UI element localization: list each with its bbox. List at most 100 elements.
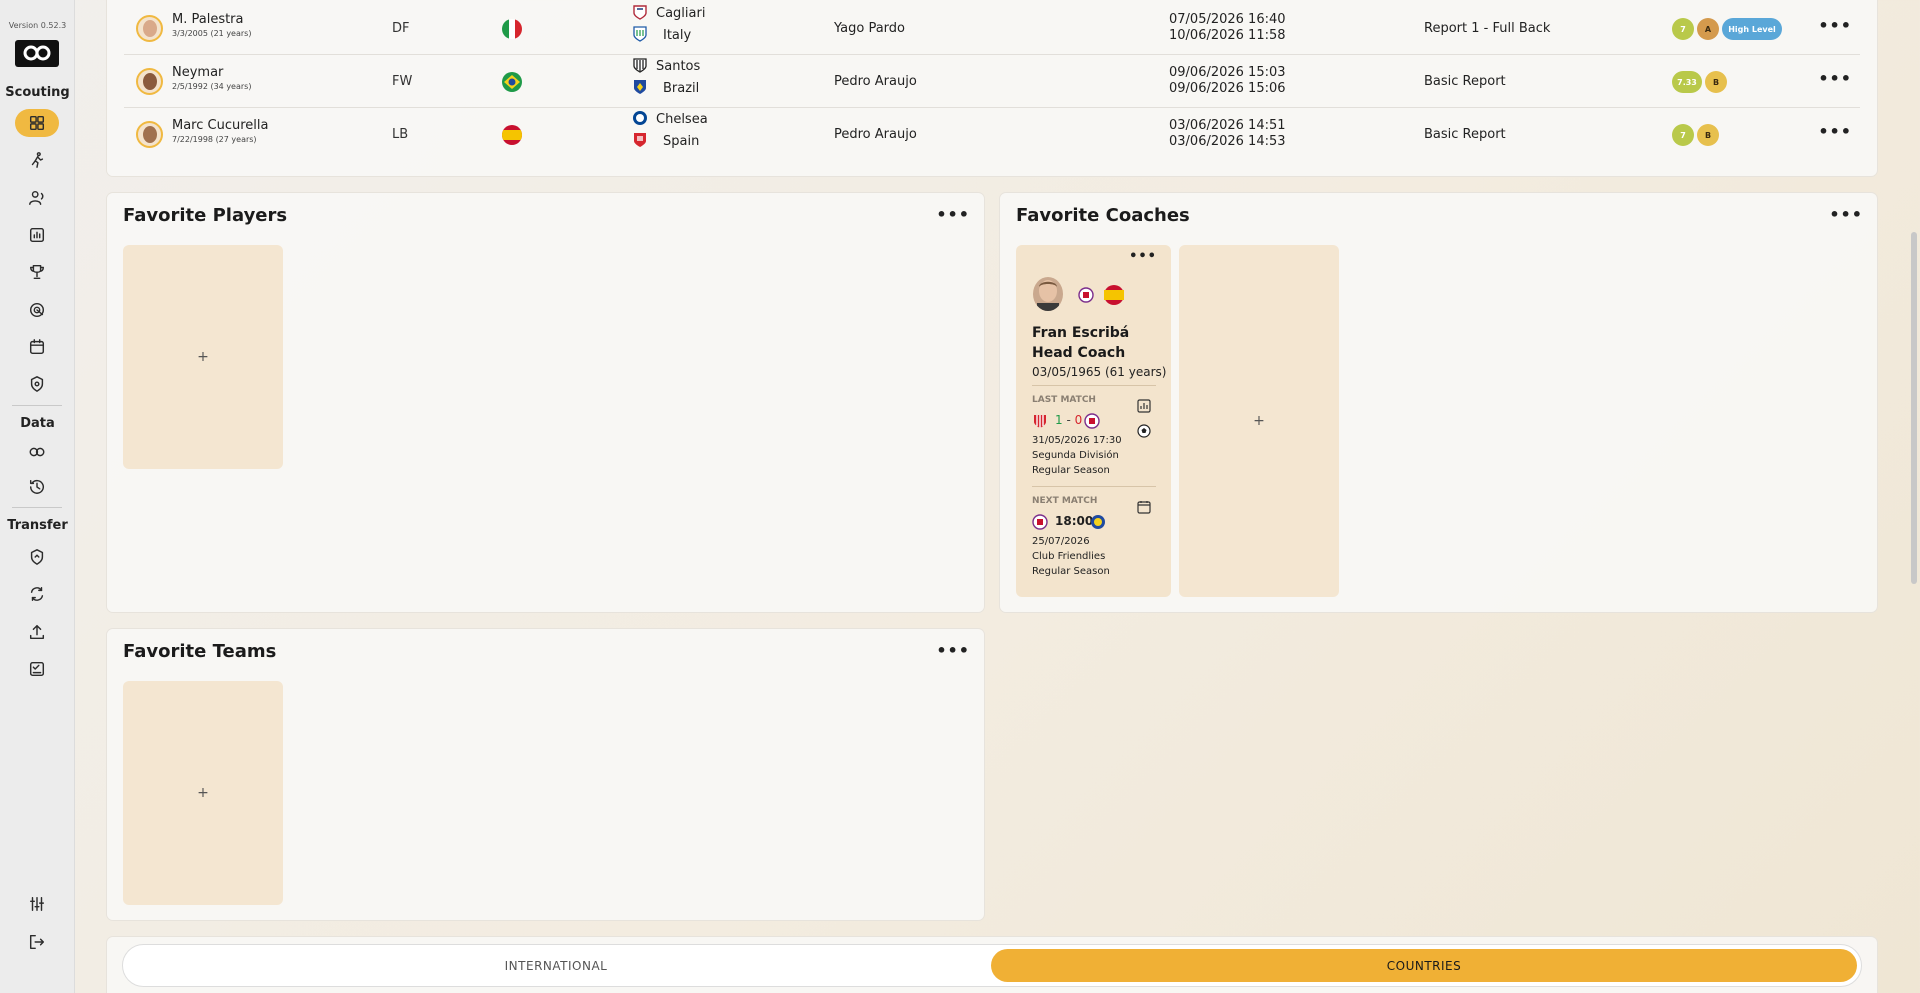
data-logo-icon[interactable] <box>15 438 59 466</box>
favorite-teams-title: Favorite Teams <box>123 641 277 662</box>
santos-crest-icon <box>632 57 648 73</box>
table-row[interactable]: M. Palestra 3/3/2005 (21 years) DF Cagli… <box>124 2 1860 55</box>
coach-name[interactable]: Fran Escribá <box>1032 325 1129 341</box>
table-row[interactable]: Marc Cucurella 7/22/1998 (27 years) LB C… <box>124 108 1860 161</box>
dashboard-icon[interactable] <box>15 109 59 137</box>
created-date: 09/06/2026 15:03 <box>1169 65 1286 80</box>
table-row[interactable]: Neymar 2/5/1992 (34 years) FW Santos Bra… <box>124 55 1860 108</box>
last-match-stage: Regular Season <box>1032 465 1110 476</box>
last-match-competition: Segunda División <box>1032 450 1119 461</box>
football-icon[interactable] <box>1137 423 1151 438</box>
favorite-coaches-card: Favorite Coaches ••• ••• Fran Escribá He… <box>1000 193 1877 612</box>
updated-date: 09/06/2026 15:06 <box>1169 81 1286 96</box>
favorite-coaches-more-button[interactable]: ••• <box>1829 205 1863 224</box>
score-home: 1 <box>1055 413 1063 427</box>
app-logo[interactable] <box>15 40 59 67</box>
coach-card[interactable]: ••• Fran Escribá Head Coach 03/05/1965 (… <box>1016 245 1171 597</box>
player-position: DF <box>392 21 410 36</box>
favorite-teams-card: Favorite Teams ••• + <box>107 629 984 920</box>
scope-toggle: INTERNATIONAL COUNTRIES <box>122 944 1862 987</box>
row-more-button[interactable]: ••• <box>1818 122 1852 141</box>
next-match-date: 25/07/2026 <box>1032 536 1090 547</box>
settings-sliders-icon[interactable] <box>15 890 59 918</box>
brazil-federation-icon <box>633 79 647 94</box>
reports-chart-icon[interactable] <box>15 221 59 249</box>
club-name: Cagliari <box>656 6 706 21</box>
score-away: 0 <box>1074 413 1083 427</box>
chelsea-crest-icon <box>632 110 648 126</box>
exchange-icon[interactable] <box>15 580 59 608</box>
rating-badge: 7 <box>1672 18 1694 40</box>
valladolid-crest-icon <box>1032 514 1048 530</box>
report-name[interactable]: Basic Report <box>1424 127 1506 142</box>
report-name[interactable]: Report 1 - Full Back <box>1424 21 1550 36</box>
player-dob: 2/5/1992 (34 years) <box>172 82 252 91</box>
player-position: FW <box>392 74 413 89</box>
favorite-teams-more-button[interactable]: ••• <box>936 641 970 660</box>
upload-icon[interactable] <box>15 618 59 646</box>
valladolid-crest-icon <box>1078 286 1094 304</box>
coach-card-divider <box>1032 385 1156 386</box>
player-name[interactable]: Marc Cucurella <box>172 118 268 133</box>
add-favorite-player-button[interactable]: + <box>123 245 283 469</box>
updated-date: 10/06/2026 11:58 <box>1169 28 1286 43</box>
sidebar-section-data: Data <box>20 416 55 431</box>
shield-icon[interactable] <box>15 370 59 398</box>
valladolid-crest-icon <box>1084 413 1100 429</box>
coach-card-more-button[interactable]: ••• <box>1129 249 1157 264</box>
next-match-label: NEXT MATCH <box>1032 496 1098 506</box>
scout-name: Pedro Araujo <box>834 127 917 142</box>
scout-name: Pedro Araujo <box>834 74 917 89</box>
player-name[interactable]: Neymar <box>172 65 223 80</box>
transfer-shield-icon[interactable] <box>15 543 59 571</box>
player-avatar <box>136 121 163 148</box>
favorite-players-title: Favorite Players <box>123 205 288 226</box>
scope-toggle-card: INTERNATIONAL COUNTRIES <box>107 937 1877 993</box>
tab-international[interactable]: INTERNATIONAL <box>127 949 985 982</box>
sidebar-section-scouting: Scouting <box>5 85 70 100</box>
page-scrollbar[interactable] <box>1911 232 1917 584</box>
coach-role: Head Coach <box>1032 345 1126 361</box>
grade-badge: B <box>1705 71 1727 93</box>
coach-card-divider <box>1032 486 1156 487</box>
add-favorite-team-button[interactable]: + <box>123 681 283 905</box>
spain-flag-icon <box>502 125 522 145</box>
country-name: Brazil <box>663 81 700 96</box>
rating-badge: 7 <box>1672 124 1694 146</box>
match-stats-icon[interactable] <box>1137 398 1151 413</box>
getafe-crest-icon <box>1090 514 1106 530</box>
club-name: Chelsea <box>656 112 708 127</box>
calendar-icon[interactable] <box>1137 499 1151 514</box>
checklist-icon[interactable] <box>15 655 59 683</box>
created-date: 03/06/2026 14:51 <box>1169 118 1286 133</box>
last-match-date: 31/05/2026 17:30 <box>1032 435 1122 446</box>
player-position: LB <box>392 127 409 142</box>
trophy-icon[interactable] <box>15 258 59 286</box>
created-date: 07/05/2026 16:40 <box>1169 12 1286 27</box>
sidebar-section-transfer: Transfer <box>7 518 68 533</box>
row-more-button[interactable]: ••• <box>1818 16 1852 35</box>
level-badge: High Level <box>1722 18 1782 40</box>
scouts-icon[interactable] <box>15 184 59 212</box>
grade-badge: A <box>1697 18 1719 40</box>
player-dob: 7/22/1998 (27 years) <box>172 135 257 144</box>
tab-countries[interactable]: COUNTRIES <box>991 949 1857 982</box>
favorite-players-more-button[interactable]: ••• <box>936 205 970 224</box>
cagliari-crest-icon <box>632 4 648 20</box>
country-name: Spain <box>663 134 700 149</box>
calendar-icon[interactable] <box>15 333 59 361</box>
history-icon[interactable] <box>15 473 59 501</box>
logout-icon[interactable] <box>15 928 59 956</box>
favorite-players-card: Favorite Players ••• + <box>107 193 984 612</box>
club-name: Santos <box>656 59 701 74</box>
favorite-coaches-title: Favorite Coaches <box>1016 205 1190 226</box>
last-match-label: LAST MATCH <box>1032 395 1096 405</box>
player-name[interactable]: M. Palestra <box>172 12 244 27</box>
row-more-button[interactable]: ••• <box>1818 69 1852 88</box>
players-running-icon[interactable] <box>15 146 59 174</box>
radar-icon[interactable] <box>15 296 59 324</box>
app-version: Version 0.52.3 <box>8 21 67 30</box>
next-match-stage: Regular Season <box>1032 566 1110 577</box>
report-name[interactable]: Basic Report <box>1424 74 1506 89</box>
add-favorite-coach-button[interactable]: + <box>1179 245 1339 597</box>
